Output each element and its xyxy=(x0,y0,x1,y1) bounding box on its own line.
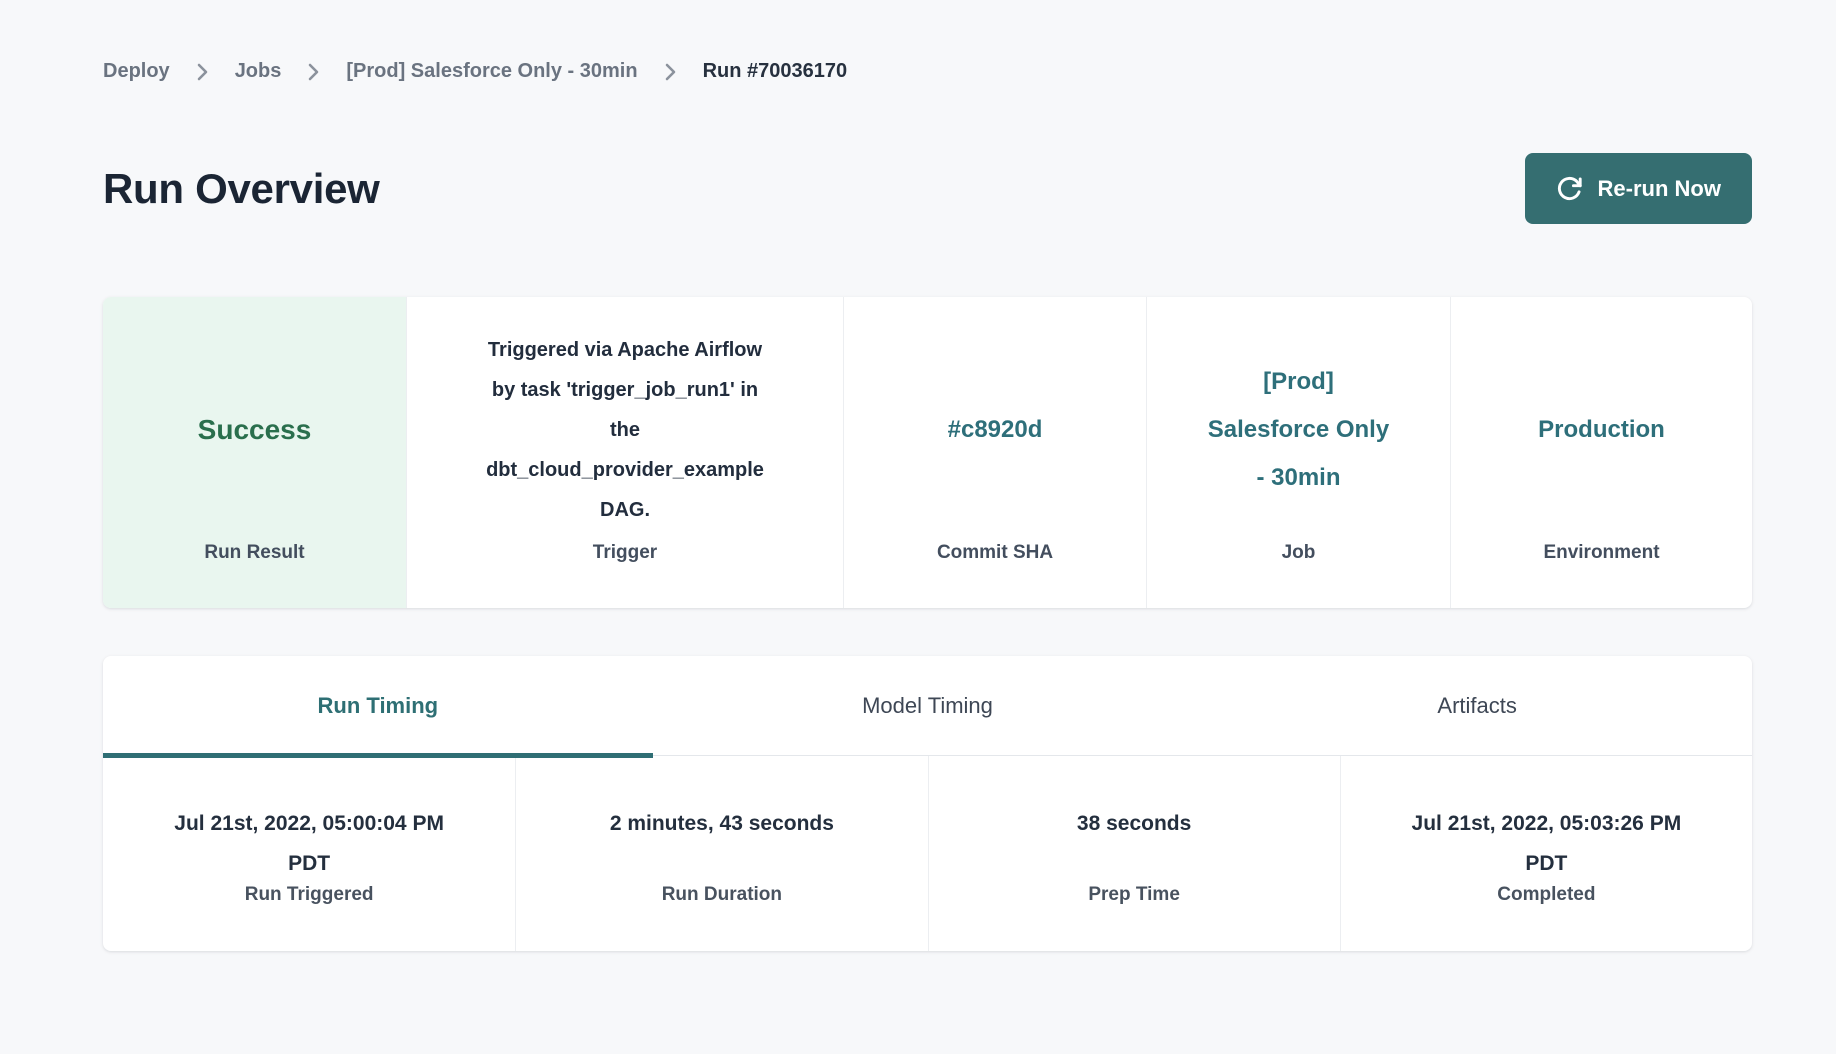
environment-link[interactable]: Production xyxy=(1538,406,1665,454)
breadcrumb-item-job-name[interactable]: [Prod] Salesforce Only - 30min xyxy=(346,60,637,83)
breadcrumb-item-current-run: Run #70036170 xyxy=(703,60,848,83)
completed-label: Completed xyxy=(1497,884,1595,906)
summary-card-environment: Production Environment xyxy=(1450,297,1752,608)
run-result-label: Run Result xyxy=(204,542,304,608)
timing-cell-run-duration: 2 minutes, 43 seconds Run Duration xyxy=(515,756,927,951)
breadcrumb-item-deploy[interactable]: Deploy xyxy=(103,60,170,83)
timing-cell-prep-time: 38 seconds Prep Time xyxy=(928,756,1340,951)
tab-run-timing[interactable]: Run Timing xyxy=(103,656,653,755)
chevron-right-icon xyxy=(664,62,677,82)
prep-time-value: 38 seconds xyxy=(1077,804,1191,884)
breadcrumb: Deploy Jobs [Prod] Salesforce Only - 30m… xyxy=(103,60,1752,83)
commit-sha-label: Commit SHA xyxy=(937,542,1053,608)
run-summary-cards: Success Run Result Triggered via Apache … xyxy=(103,297,1752,608)
page-header: Run Overview Re-run Now xyxy=(103,153,1752,224)
job-label: Job xyxy=(1282,542,1316,608)
job-link[interactable]: [Prod] Salesforce Only - 30min xyxy=(1208,358,1389,502)
summary-card-commit-sha: #c8920d Commit SHA xyxy=(843,297,1146,608)
rerun-now-button[interactable]: Re-run Now xyxy=(1525,153,1752,224)
chevron-right-icon xyxy=(307,62,320,82)
rotate-cw-icon xyxy=(1556,175,1583,202)
timing-cell-completed: Jul 21st, 2022, 05:03:26 PM PDT Complete… xyxy=(1340,756,1752,951)
environment-label: Environment xyxy=(1543,542,1659,608)
run-duration-label: Run Duration xyxy=(662,884,782,906)
summary-card-trigger: Triggered via Apache Airflow by task 'tr… xyxy=(406,297,843,608)
tab-model-timing[interactable]: Model Timing xyxy=(653,656,1203,755)
trigger-label: Trigger xyxy=(593,542,657,608)
prep-time-label: Prep Time xyxy=(1088,884,1180,906)
run-details-panel: Run Timing Model Timing Artifacts Jul 21… xyxy=(103,656,1752,951)
rerun-now-label: Re-run Now xyxy=(1598,176,1721,202)
summary-card-job: [Prod] Salesforce Only - 30min Job xyxy=(1146,297,1450,608)
tab-bar: Run Timing Model Timing Artifacts xyxy=(103,656,1752,756)
timing-cell-run-triggered: Jul 21st, 2022, 05:00:04 PM PDT Run Trig… xyxy=(103,756,515,951)
run-duration-value: 2 minutes, 43 seconds xyxy=(610,804,834,884)
commit-sha-link[interactable]: #c8920d xyxy=(948,406,1043,454)
trigger-description: Triggered via Apache Airflow by task 'tr… xyxy=(486,330,764,530)
tab-artifacts[interactable]: Artifacts xyxy=(1202,656,1752,755)
completed-value: Jul 21st, 2022, 05:03:26 PM PDT xyxy=(1412,804,1682,884)
chevron-right-icon xyxy=(196,62,209,82)
page-title: Run Overview xyxy=(103,165,380,213)
run-result-value: Success xyxy=(198,414,312,446)
summary-card-run-result: Success Run Result xyxy=(103,297,406,608)
run-timing-content: Jul 21st, 2022, 05:00:04 PM PDT Run Trig… xyxy=(103,756,1752,951)
run-overview-page: Deploy Jobs [Prod] Salesforce Only - 30m… xyxy=(103,60,1752,951)
run-triggered-value: Jul 21st, 2022, 05:00:04 PM PDT xyxy=(174,804,444,884)
run-triggered-label: Run Triggered xyxy=(245,884,374,906)
breadcrumb-item-jobs[interactable]: Jobs xyxy=(235,60,282,83)
